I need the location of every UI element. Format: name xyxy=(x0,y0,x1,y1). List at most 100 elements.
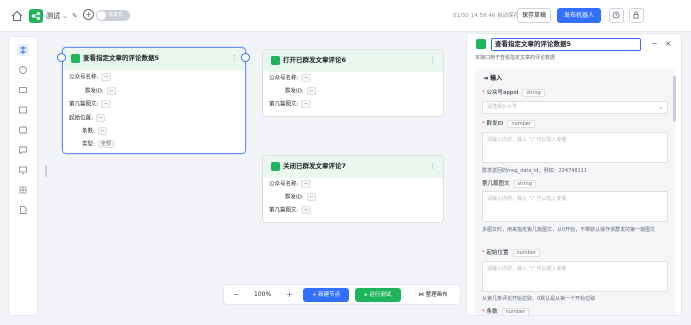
field-label: 第几篇图文 string xyxy=(482,180,536,189)
field-name: 群发ID xyxy=(486,121,504,127)
input-section: ⇥ 输入 * 公众号appid string 请选择公众号 ⌄ * 群发ID numb… xyxy=(475,69,675,315)
node-field: 群发ID: -- xyxy=(285,193,317,203)
node-field: 类型: 全部 xyxy=(82,140,114,150)
add-circle-icon[interactable]: + xyxy=(83,9,94,20)
card-tool-icon[interactable] xyxy=(17,124,29,136)
panel-scrollbar[interactable] xyxy=(673,76,676,122)
field-name: 第几篇图文 xyxy=(482,181,510,187)
monitor-tool-icon[interactable] xyxy=(17,164,29,176)
zoom-out-button[interactable]: − xyxy=(233,289,240,301)
node-field: 第几篇图文: -- xyxy=(269,100,311,110)
node-field: 公众号名称: -- xyxy=(269,74,311,84)
more-icon[interactable]: ⋮ xyxy=(429,55,436,66)
field-value: -- xyxy=(97,127,108,135)
node-type-icon xyxy=(71,54,80,63)
field-value: 全部 xyxy=(97,140,114,148)
node-config-panel: 查看指定文章的评论数据5 − × 本接口用于查看指定文章的评论数据 ⇥ 输入 *… xyxy=(466,33,682,316)
top-bar: 测试 ⌄ ✎ + 未发布 01/30 14:59:46 自动保存草稿 保存草稿 … xyxy=(0,0,691,32)
field-type-badge: string xyxy=(513,180,536,188)
appid-select[interactable]: 请选择公众号 ⌄ xyxy=(482,101,668,114)
workflow-node[interactable]: 打开已群发文章评论6 ⋮ 公众号名称: -- 群发ID: -- 第几篇图文: -- xyxy=(262,49,444,117)
node-title: 关闭已群发文章评论7 xyxy=(283,162,347,170)
field-value: -- xyxy=(101,73,111,81)
toggle-knob xyxy=(97,11,106,20)
minimize-icon[interactable]: − xyxy=(651,38,658,50)
grid-tool-icon[interactable] xyxy=(17,184,29,196)
close-icon[interactable]: × xyxy=(665,38,672,50)
node-description: 本接口用于查看指定文章的评论数据 xyxy=(475,55,556,61)
add-node-button[interactable]: + 新建节点 xyxy=(303,288,349,302)
publish-toggle[interactable]: 未发布 xyxy=(96,10,130,21)
chat-tool-icon[interactable] xyxy=(17,64,29,76)
field-value: -- xyxy=(301,74,311,82)
field-label: 类型: xyxy=(82,141,95,148)
canvas-toolbar: − 100% + + 新建节点 ▸ 运行测试 ⋈ 整理画布 xyxy=(223,284,461,305)
edit-icon[interactable]: ✎ xyxy=(72,10,78,22)
publish-button[interactable]: 发布机器人 xyxy=(557,8,601,23)
workflow-node[interactable]: 关闭已群发文章评论7 ⋮ 公众号名称: -- 群发ID: -- 第几篇图文: -- xyxy=(262,155,444,223)
section-title: ⇥ 输入 xyxy=(483,74,502,84)
history-icon xyxy=(612,11,620,19)
node-input-handle[interactable] xyxy=(57,53,66,62)
chevron-down-icon[interactable]: ⌄ xyxy=(62,11,68,21)
field-label: 群发ID: xyxy=(285,88,304,95)
left-toolbar xyxy=(8,36,38,316)
field-value: -- xyxy=(101,100,111,108)
history-button[interactable] xyxy=(609,8,624,23)
app-name[interactable]: 测试 xyxy=(46,10,60,22)
node-output-handle[interactable] xyxy=(241,53,250,62)
nodes-tool-icon[interactable] xyxy=(17,44,29,56)
field-label: 第几篇图文: xyxy=(269,101,299,108)
run-test-button[interactable]: ▸ 运行测试 xyxy=(355,288,401,302)
home-icon[interactable] xyxy=(11,10,23,22)
mail-tool-icon[interactable] xyxy=(17,84,29,96)
node-title: 打开已群发文章评论6 xyxy=(283,56,347,64)
input-icon: ⇥ xyxy=(483,75,489,82)
field-type-badge: number xyxy=(501,308,530,315)
field-type-badge: string xyxy=(522,89,545,97)
save-draft-button[interactable]: 保存草稿 xyxy=(517,8,551,23)
start-position-input[interactable]: 请输入内容，输入 "/" 可以插入变量 xyxy=(482,261,668,292)
arrange-canvas-button[interactable]: ⋈ 整理画布 xyxy=(408,288,458,302)
node-field: 第几篇图文: -- xyxy=(269,206,311,216)
node-field: 公众号名称: -- xyxy=(269,180,311,190)
field-value: -- xyxy=(301,100,311,108)
image-tool-icon[interactable] xyxy=(17,104,29,116)
field-label: 群发ID: xyxy=(85,88,104,95)
field-name: 起始位置 xyxy=(486,250,509,256)
lock-button[interactable] xyxy=(629,8,644,23)
arrange-icon: ⋈ xyxy=(418,292,424,298)
more-icon[interactable]: ⋮ xyxy=(429,161,436,172)
arrange-label: 整理画布 xyxy=(425,292,448,298)
field-label: 公众号名称: xyxy=(269,75,299,82)
node-field: 起始位置: -- xyxy=(69,114,106,124)
msg-id-input[interactable]: 请输入内容，输入 "/" 可以插入变量 xyxy=(482,132,668,163)
node-header: 打开已群发文章评论6 ⋮ xyxy=(263,50,443,72)
field-label: * 群发ID number xyxy=(482,120,535,129)
field-name: 条数 xyxy=(486,309,498,315)
field-value: -- xyxy=(306,193,317,201)
field-value: -- xyxy=(301,206,311,214)
comment-tool-icon[interactable] xyxy=(17,144,29,156)
node-type-icon xyxy=(271,56,280,65)
field-label: 公众号名称: xyxy=(69,74,99,81)
lock-icon xyxy=(633,11,639,19)
zoom-in-button[interactable]: + xyxy=(286,289,293,301)
article-index-input[interactable]: 请输入内容，输入 "/" 可以插入变量 xyxy=(482,191,668,222)
field-label: * 条数 number xyxy=(482,308,530,315)
field-value: -- xyxy=(301,180,311,188)
workflow-node[interactable]: 查看指定文章的评论数据5 ⋮ 公众号名称: -- 群发ID: -- 第几篇图文: --… xyxy=(62,47,246,154)
sidebar-resize-handle[interactable] xyxy=(45,165,47,177)
field-label: * 公众号appid string xyxy=(482,89,545,98)
field-label: 公众号名称: xyxy=(269,181,299,188)
field-label: 群发ID: xyxy=(285,194,304,201)
node-title-input[interactable]: 查看指定文章的评论数据5 xyxy=(491,38,641,51)
node-field: 条数: -- xyxy=(82,127,108,137)
field-name: 公众号appid xyxy=(486,90,519,96)
more-icon[interactable]: ⋮ xyxy=(231,53,238,64)
node-header: 关闭已群发文章评论7 ⋮ xyxy=(263,156,443,178)
node-field: 群发ID: -- xyxy=(85,87,117,97)
section-label: 输入 xyxy=(490,75,503,82)
document-tool-icon[interactable] xyxy=(17,204,29,216)
play-icon: ▸ xyxy=(364,292,368,298)
